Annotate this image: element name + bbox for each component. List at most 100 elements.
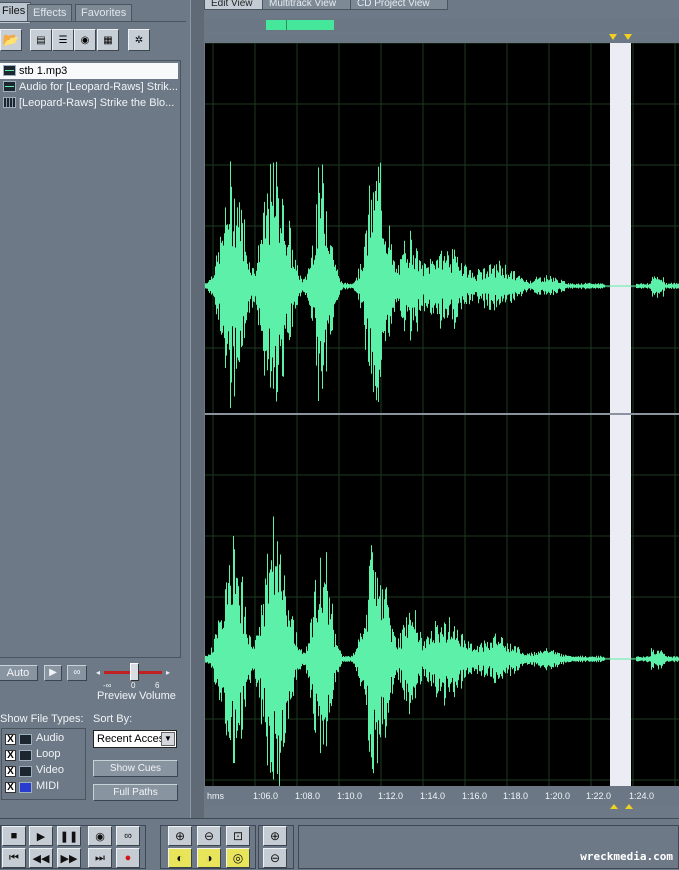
time-ruler[interactable]: hms 1:06.0 1:08.0 1:10.0 1:12.0 1:14.0 1:16.0… [205,786,679,809]
selection-start-marker-icon[interactable] [609,34,617,40]
zoom-out-full-button[interactable]: ⊡ [226,826,250,846]
cue-ruler[interactable] [204,33,679,43]
import-button[interactable]: ▤ [30,29,52,51]
selection-end-bottom-marker-icon[interactable] [625,804,633,809]
time-tick-label: 1:16.0 [462,791,488,801]
midi-type-checkbox[interactable]: X [5,782,16,793]
insert-multitrack-icon: ▦ [103,34,113,46]
time-tick-label: 1:14.0 [420,791,446,801]
play-icon: ▶ [49,667,57,678]
zoom-to-left-button[interactable]: ◐ [168,848,192,868]
selection-end-marker-icon[interactable] [624,34,632,40]
zoom-out-vertical-button[interactable]: ⊖ [263,848,287,868]
zoom-in-vertical-icon: ⊕ [269,829,281,843]
organizer-panel: Files Effects Favorites 📂 ▤ ☰ ◉ ▦ ✲ stb … [0,0,190,818]
pause-button[interactable]: ❚❚ [57,826,81,846]
video-type-label: Video [36,764,64,776]
transport-bar: ■ ▶ ❚❚ ◉ ∞ ⏮ ◀◀ ▶▶ ⏭ ● ⊕ ⊖ ⊡ ◐ ◑ ◎ ⊕ ⊖ [0,818,679,870]
record-button[interactable]: ● [116,848,140,868]
pause-icon: ❚❚ [59,830,79,843]
fast-forward-button[interactable]: ▶▶ [57,848,81,868]
close-file-icon: ☰ [58,34,68,46]
sort-by-label: Sort By: [93,713,133,725]
zoom-selection-button[interactable]: ◎ [226,848,250,868]
play-icon: ▶ [36,830,46,843]
watermark: wreckmedia.com [580,850,673,863]
auto-play-button[interactable]: Auto [0,665,38,681]
audio-file-icon [3,81,16,92]
loop-play-icon: ∞ [124,830,132,842]
sort-by-select[interactable]: Recent Access ▼ [93,730,177,748]
full-paths-button[interactable]: Full Paths [93,784,178,801]
stop-button[interactable]: ■ [2,826,26,846]
volume-scale-max: 6 [155,681,160,690]
audio-type-checkbox[interactable]: X [5,734,16,745]
tab-multitrack-view[interactable]: Multitrack View [262,0,352,10]
tab-effects[interactable]: Effects [27,4,73,21]
time-tick-label: 1:12.0 [378,791,404,801]
volume-scale-mid: 0 [131,681,136,690]
right-channel-waveform [205,516,679,786]
zoom-out-horizontal-button[interactable]: ⊖ [197,826,221,846]
time-tick-label: 1:24.0 [629,791,655,801]
time-tick-label: 1:18.0 [503,791,529,801]
zoom-in-vertical-button[interactable]: ⊕ [263,826,287,846]
file-list[interactable]: stb 1.mp3 Audio for [Leopard-Raws] Strik… [0,60,181,658]
time-tick-label: 1:06.0 [253,791,279,801]
time-unit-label: hms [207,791,225,801]
zoom-to-right-button[interactable]: ◑ [197,848,221,868]
insert-multitrack-button[interactable]: ▦ [97,29,119,51]
preview-volume-slider[interactable] [130,663,139,681]
preview-play-button[interactable]: ▶ [44,665,62,681]
loop-type-checkbox[interactable]: X [5,750,16,761]
chevron-down-icon[interactable]: ▼ [161,732,175,746]
waveform-display[interactable] [205,43,679,786]
autoplay-icon: ✲ [134,34,144,46]
show-cues-button[interactable]: Show Cues [93,760,178,777]
overview-visible-range[interactable] [266,20,334,30]
slider-left-arrow-icon[interactable]: ◂ [96,668,100,677]
go-to-end-button[interactable]: ⏭ [88,848,112,868]
record-to-file-button[interactable]: ◉ [74,29,96,51]
record-icon: ◉ [80,34,90,46]
play-to-end-icon: ◉ [95,830,105,843]
zoom-out-full-icon: ⊡ [232,829,244,843]
rewind-icon: ◀◀ [32,852,50,865]
audio-type-icon [19,734,32,745]
audio-type-label: Audio [36,732,65,744]
play-button[interactable]: ▶ [29,826,53,846]
autoplay-button[interactable]: ✲ [128,29,150,51]
open-file-button[interactable]: 📂 [0,29,22,51]
loop-icon: ∞ [73,667,81,678]
go-to-end-icon: ⏭ [95,851,105,864]
preview-volume-label: Preview Volume [97,690,176,702]
go-to-start-icon: ⏮ [9,851,19,864]
audio-file-icon [3,65,16,76]
video-type-checkbox[interactable]: X [5,766,16,777]
selection-start-bottom-marker-icon[interactable] [610,804,618,809]
zoom-to-left-icon: ◐ [176,851,184,865]
time-tick-label: 1:10.0 [337,791,363,801]
play-to-end-button[interactable]: ◉ [88,826,112,846]
zoom-to-right-icon: ◑ [205,851,213,865]
record-icon: ● [124,852,132,864]
preview-loop-button[interactable]: ∞ [67,665,87,681]
midi-type-label: MIDI [36,780,60,792]
fast-forward-icon: ▶▶ [60,852,78,865]
list-item[interactable]: stb 1.mp3 [0,63,178,79]
go-to-start-button[interactable]: ⏮ [2,848,26,868]
list-item[interactable]: Audio for [Leopard-Raws] Strik... [0,79,178,95]
loop-play-button[interactable]: ∞ [116,826,140,846]
tab-favorites[interactable]: Favorites [75,4,133,21]
tab-cd-project-view[interactable]: CD Project View [350,0,448,10]
slider-right-arrow-icon[interactable]: ▸ [166,668,170,677]
loop-type-icon [19,750,32,761]
panel-splitter[interactable] [190,0,204,818]
list-item[interactable]: [Leopard-Raws] Strike the Blo... [0,95,178,111]
close-file-button[interactable]: ☰ [52,29,74,51]
zoom-in-horizontal-button[interactable]: ⊕ [168,826,192,846]
rewind-button[interactable]: ◀◀ [29,848,53,868]
tab-edit-view[interactable]: Edit View [204,0,266,10]
time-tick-label: 1:22.0 [586,791,612,801]
import-icon: ▤ [36,34,46,46]
